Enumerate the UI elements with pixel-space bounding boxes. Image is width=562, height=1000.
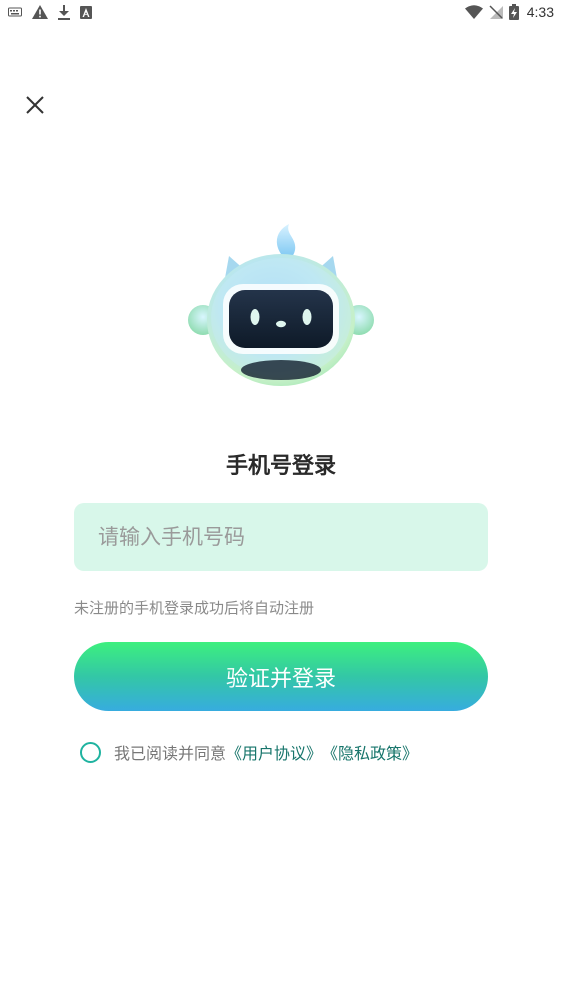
agreement-prefix-text: 我已阅读并同意	[114, 744, 227, 763]
phone-input-container	[74, 503, 488, 571]
close-icon	[26, 96, 44, 114]
warning-icon	[32, 5, 48, 19]
no-sim-icon	[489, 5, 503, 19]
agreement-checkbox[interactable]	[80, 741, 101, 763]
robot-mascot-logo	[181, 220, 381, 400]
status-bar: 4:33	[0, 0, 562, 24]
battery-charging-icon	[508, 4, 519, 20]
keyboard-icon	[8, 7, 22, 17]
status-bar-left	[8, 4, 92, 20]
download-icon	[58, 4, 70, 20]
status-bar-right: 4:33	[464, 3, 554, 21]
agreement-row: 我已阅读并同意 《用户协议》 《隐私政策》	[80, 739, 418, 765]
wifi-icon	[464, 5, 483, 19]
verify-login-button[interactable]: 验证并登录	[74, 642, 488, 711]
close-button[interactable]	[18, 88, 52, 122]
user-agreement-link[interactable]: 《用户协议》	[226, 740, 322, 764]
privacy-policy-link[interactable]: 《隐私政策》	[322, 740, 418, 764]
page-title: 手机号登录	[225, 454, 336, 479]
status-time: 4:33	[526, 4, 554, 20]
phone-number-input[interactable]	[74, 503, 488, 571]
font-icon	[80, 5, 92, 19]
auto-register-hint: 未注册的手机登录成功后将自动注册	[74, 599, 315, 617]
